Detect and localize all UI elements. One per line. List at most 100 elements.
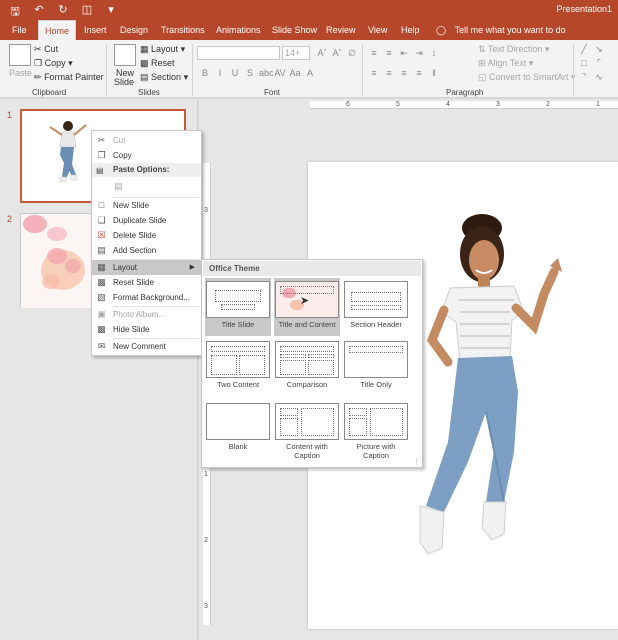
menu-item-hide-slide[interactable]: ▩ Hide Slide	[92, 322, 201, 337]
bullets-icon[interactable]: ≡	[368, 48, 380, 59]
rectangle-shape-icon[interactable]: □	[578, 58, 590, 69]
copy-button[interactable]: ❐ Copy ▾	[34, 58, 73, 69]
menu-item-new-comment[interactable]: ✉ New Comment	[92, 339, 201, 354]
layout-title-slide[interactable]: Title Slide	[205, 278, 271, 336]
layout-label: Comparison	[286, 380, 328, 389]
paste-button[interactable]: Paste	[9, 68, 32, 78]
menu-item-cut[interactable]: ✂ Cut	[92, 133, 201, 148]
tab-slide-show[interactable]: Slide Show	[266, 20, 323, 40]
resize-grip-icon[interactable]: ⋮	[413, 458, 420, 466]
tab-file[interactable]: File	[6, 20, 33, 40]
layout-content-with-caption[interactable]: Content with Caption	[274, 400, 340, 466]
layout-two-content[interactable]: Two Content	[205, 338, 271, 396]
numbering-icon[interactable]: ≡	[383, 48, 395, 59]
menu-item-photo-album[interactable]: ▣ Photo Album...	[92, 307, 201, 322]
font-color-icon[interactable]: A	[304, 68, 316, 78]
placeholder-box	[308, 354, 334, 358]
menu-item-label: Cut	[113, 136, 126, 145]
layout-label: Caption	[294, 451, 320, 460]
curve-shape-icon[interactable]: ∿	[593, 72, 605, 83]
menu-item-delete-slide[interactable]: ☒ Delete Slide	[92, 228, 201, 243]
layout-preview	[275, 341, 339, 378]
tab-transitions[interactable]: Transitions	[155, 20, 211, 40]
arrow-shape-icon[interactable]: ↘	[593, 44, 605, 55]
connector-shape-icon[interactable]: ⌜	[593, 58, 605, 69]
font-name-input[interactable]	[197, 46, 280, 60]
scissors-icon: ✂	[97, 135, 106, 145]
layout-label: Blank	[228, 442, 248, 451]
elbow-shape-icon[interactable]: ⌝	[578, 72, 590, 83]
strikethrough-icon[interactable]: S	[244, 68, 256, 78]
tab-design[interactable]: Design	[114, 20, 154, 40]
placeholder-box	[349, 346, 403, 353]
menu-item-add-section[interactable]: ▤ Add Section	[92, 243, 201, 258]
menu-item-layout[interactable]: ▦ Layout ▶	[92, 260, 201, 275]
justify-icon[interactable]: ≡	[413, 68, 425, 78]
tab-review[interactable]: Review	[320, 20, 362, 40]
columns-icon[interactable]: ‖	[428, 68, 440, 78]
align-center-icon[interactable]: ≡	[383, 68, 395, 78]
decrease-indent-icon[interactable]: ⇤	[398, 48, 410, 59]
format-background-icon: ▧	[97, 292, 106, 302]
format-painter-button[interactable]: ✏ Format Painter	[34, 72, 104, 83]
section-button[interactable]: ▤ Section ▾	[140, 72, 188, 83]
layout-picture-with-caption[interactable]: Picture with Caption	[343, 400, 409, 466]
tell-me-box[interactable]: ◯ Tell me what you want to do	[436, 20, 566, 40]
align-text-button[interactable]: ⊞ Align Text ▾	[478, 58, 533, 69]
align-left-icon[interactable]: ≡	[368, 68, 380, 78]
layout-label: Content with	[286, 442, 328, 451]
menu-item-copy[interactable]: ❐ Copy	[92, 148, 201, 163]
tab-help[interactable]: Help	[395, 20, 426, 40]
clear-formatting-icon[interactable]: ∅	[346, 48, 358, 59]
increase-font-icon[interactable]: Aˆ	[316, 48, 328, 59]
increase-indent-icon[interactable]: ⇥	[413, 48, 425, 59]
ruler-tick-label: 4	[446, 101, 450, 108]
text-shadow-icon[interactable]: abc	[259, 68, 274, 78]
menu-item-reset-slide[interactable]: ▩ Reset Slide	[92, 275, 201, 290]
tab-animations[interactable]: Animations	[210, 20, 267, 40]
placeholder-box	[308, 360, 334, 375]
layout-label: Title Slide	[221, 320, 255, 329]
menu-item-format-background[interactable]: ▧ Format Background...	[92, 290, 201, 305]
ruler-tick-label: 3	[204, 207, 208, 214]
layout-preview	[344, 403, 408, 440]
section-icon: ▤	[140, 72, 149, 82]
new-slide-icon[interactable]	[114, 44, 136, 66]
layout-label: Title Only	[360, 380, 392, 389]
shapes-gallery[interactable]: ╱ ↘ □ ⌜ ⌝ ∿	[578, 44, 618, 83]
tab-insert[interactable]: Insert	[78, 20, 113, 40]
copy-label: Copy	[44, 58, 66, 68]
italic-icon[interactable]: I	[214, 68, 226, 78]
align-right-icon[interactable]: ≡	[398, 68, 410, 78]
tab-view[interactable]: View	[362, 20, 393, 40]
line-shape-icon[interactable]: ╱	[578, 44, 590, 55]
layout-title-only[interactable]: Title Only	[343, 338, 409, 396]
layout-section-header[interactable]: Section Header	[343, 278, 409, 336]
underline-icon[interactable]: U	[229, 68, 241, 78]
decrease-font-icon[interactable]: Aˇ	[331, 48, 343, 59]
menu-item-new-slide[interactable]: □ New Slide	[92, 198, 201, 213]
layout-comparison[interactable]: Comparison	[274, 338, 340, 396]
tab-home[interactable]: Home	[38, 20, 77, 40]
convert-smartart-button[interactable]: ◱ Convert to SmartArt ▾	[478, 72, 576, 83]
menu-item-duplicate-slide[interactable]: ❏ Duplicate Slide	[92, 213, 201, 228]
change-case-icon[interactable]: Aa	[289, 68, 301, 78]
delete-slide-icon: ☒	[97, 230, 106, 240]
placeholder-box	[349, 408, 367, 416]
layout-button[interactable]: ▦ Layout ▾	[140, 44, 185, 55]
new-slide-label-2[interactable]: Slide	[114, 77, 134, 87]
cut-button[interactable]: ✂ Cut	[34, 44, 58, 55]
font-size-input[interactable]: 14+	[282, 46, 310, 60]
line-spacing-icon[interactable]: ↕	[428, 48, 440, 59]
layout-title-and-content[interactable]: ➤ Title and Content	[274, 278, 340, 336]
paste-options-label: Paste Options:	[113, 165, 170, 174]
group-divider	[362, 44, 363, 96]
paste-icon[interactable]	[9, 44, 31, 66]
placeholder-box	[370, 408, 403, 436]
bold-icon[interactable]: B	[199, 68, 211, 78]
character-spacing-icon[interactable]: AV	[274, 68, 286, 78]
reset-button[interactable]: ▩ Reset	[140, 58, 175, 69]
text-direction-button[interactable]: ⇅ Text Direction ▾	[478, 44, 549, 55]
layout-blank[interactable]: Blank	[205, 400, 271, 458]
paste-option-button[interactable]: ▤	[92, 178, 201, 196]
